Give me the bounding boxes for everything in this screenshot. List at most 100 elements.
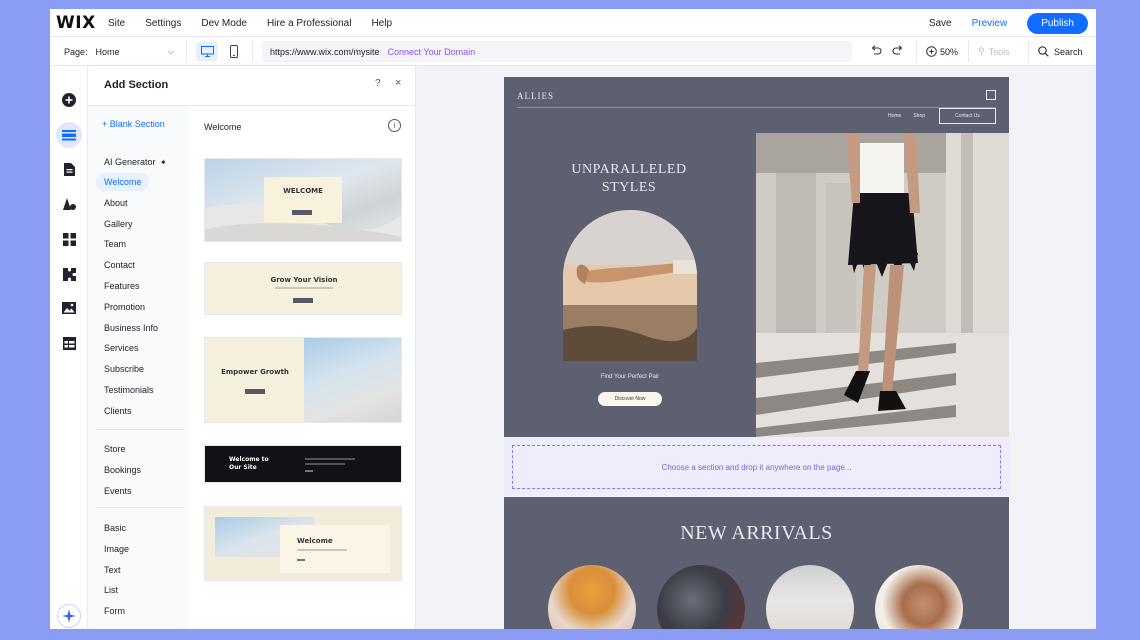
divider	[186, 41, 187, 62]
blank-section-button[interactable]: + Blank Section	[102, 119, 165, 129]
tools-button[interactable]: ⚲ Tools	[978, 37, 1010, 66]
category-promotion[interactable]: Promotion	[96, 298, 153, 316]
category-business-info[interactable]: Business Info	[96, 319, 166, 337]
ai-assistant-button[interactable]	[57, 604, 81, 628]
help-button[interactable]: ?	[375, 78, 381, 89]
category-bookings[interactable]: Bookings	[96, 461, 149, 479]
category-features[interactable]: Features	[96, 277, 148, 295]
section-template-welcome-3[interactable]: Empower Growth	[204, 337, 402, 423]
category-gallery[interactable]: Gallery	[96, 215, 141, 233]
category-basic[interactable]: Basic	[96, 519, 134, 537]
menu-dev-mode[interactable]: Dev Mode	[201, 18, 247, 29]
template-text-line	[305, 458, 355, 460]
connect-domain-link[interactable]: Connect Your Domain	[388, 47, 476, 57]
zoom-control[interactable]: 50%	[926, 37, 958, 66]
category-form[interactable]: Form	[96, 602, 133, 620]
category-divider	[96, 507, 184, 508]
template-text-line	[305, 463, 345, 465]
category-team[interactable]: Team	[96, 235, 134, 253]
section-template-welcome-4[interactable]: Welcome to Our Site	[204, 445, 402, 483]
mobile-icon	[230, 45, 238, 58]
add-section-button[interactable]	[56, 122, 82, 148]
category-events[interactable]: Events	[96, 482, 140, 500]
wix-editor: WIX Site Settings Dev Mode Hire a Profes…	[50, 9, 1096, 629]
add-elements-button[interactable]	[57, 88, 81, 112]
search-icon	[1038, 46, 1049, 57]
wix-logo: WIX	[56, 13, 96, 33]
section-template-welcome-1[interactable]: WELCOME	[204, 158, 402, 242]
apps-button[interactable]	[57, 227, 81, 251]
preview-button[interactable]: Preview	[972, 18, 1008, 29]
menu-settings[interactable]: Settings	[145, 18, 181, 29]
category-clients[interactable]: Clients	[96, 402, 140, 420]
menu-hire-professional[interactable]: Hire a Professional	[267, 18, 351, 29]
section-template-welcome-5[interactable]: Welcome	[204, 506, 402, 581]
legs-illustration	[563, 210, 697, 361]
design-button[interactable]	[57, 192, 81, 216]
media-button[interactable]	[57, 296, 81, 320]
category-testimonials[interactable]: Testimonials	[96, 381, 162, 399]
section-drop-zone[interactable]: Choose a section and drop it anywhere on…	[504, 437, 1009, 497]
puzzle-icon	[62, 267, 76, 281]
editor-toolbar: Page: Home ⌵ https://www.wix.com/mysite …	[50, 37, 1096, 66]
divider	[916, 41, 917, 62]
model-photo	[756, 133, 1009, 437]
mobile-view-button[interactable]	[226, 42, 242, 61]
contact-us-button[interactable]: Contact Us	[939, 108, 996, 124]
category-about[interactable]: About	[96, 194, 136, 212]
cms-button[interactable]	[57, 331, 81, 355]
template-button	[245, 389, 265, 394]
editor-canvas: ALLIES Home Shop Contact Us UNPARALLELED…	[416, 66, 1096, 629]
menu-site[interactable]: Site	[108, 18, 125, 29]
product-image-1[interactable]	[548, 565, 636, 629]
tools-label: Tools	[988, 46, 1010, 57]
hero-arch-image[interactable]	[563, 210, 697, 361]
undo-button[interactable]	[870, 45, 882, 58]
publish-button[interactable]: Publish	[1027, 12, 1088, 34]
zoom-icon	[926, 46, 937, 57]
category-store[interactable]: Store	[96, 440, 134, 458]
search-button[interactable]: Search	[1038, 37, 1083, 66]
category-text[interactable]: Text	[96, 561, 129, 579]
info-icon[interactable]: i	[388, 119, 401, 132]
top-bar: WIX Site Settings Dev Mode Hire a Profes…	[50, 9, 1096, 37]
category-services[interactable]: Services	[96, 339, 147, 357]
template-title: Empower Growth	[221, 368, 289, 376]
category-subscribe[interactable]: Subscribe	[96, 360, 152, 378]
save-button[interactable]: Save	[929, 18, 952, 29]
page-value: Home	[95, 46, 120, 57]
category-list[interactable]: List	[96, 581, 126, 599]
close-button[interactable]: ×	[395, 77, 401, 89]
nav-home[interactable]: Home	[888, 110, 901, 122]
site-header[interactable]: ALLIES Home Shop Contact Us	[504, 77, 1009, 131]
product-image-3[interactable]	[766, 565, 854, 629]
section-template-welcome-2[interactable]: Grow Your Vision	[204, 262, 402, 315]
left-icon-rail	[50, 66, 88, 629]
product-image-4[interactable]	[875, 565, 963, 629]
category-ai-generator[interactable]: AI Generator ✦	[96, 153, 175, 171]
product-image-2[interactable]	[657, 565, 745, 629]
category-image[interactable]: Image	[96, 540, 137, 558]
template-title: Grow Your Vision	[270, 276, 338, 284]
category-contact[interactable]: Contact	[96, 256, 143, 274]
nav-shop[interactable]: Shop	[913, 110, 925, 122]
shopping-bag-icon	[986, 90, 996, 100]
discover-now-button[interactable]: Discover Now	[598, 392, 662, 406]
desktop-view-button[interactable]	[196, 42, 218, 61]
search-label: Search	[1054, 46, 1083, 57]
category-welcome[interactable]: Welcome	[96, 173, 150, 191]
tools-icon: ⚲	[978, 46, 985, 56]
top-actions: Save Preview Publish	[929, 9, 1088, 37]
template-title: Welcome to Our Site	[229, 456, 269, 471]
header-divider	[517, 107, 996, 108]
menu-help[interactable]: Help	[371, 18, 392, 29]
redo-button[interactable]	[892, 45, 904, 58]
page-selector[interactable]: Page: Home ⌵	[64, 37, 176, 66]
pages-button[interactable]	[57, 157, 81, 181]
page-icon	[63, 162, 75, 176]
zoom-level: 50%	[940, 46, 959, 57]
image-icon	[62, 302, 76, 314]
table-icon	[62, 336, 76, 350]
business-button[interactable]	[57, 262, 81, 286]
hero-photo[interactable]	[756, 133, 1009, 437]
